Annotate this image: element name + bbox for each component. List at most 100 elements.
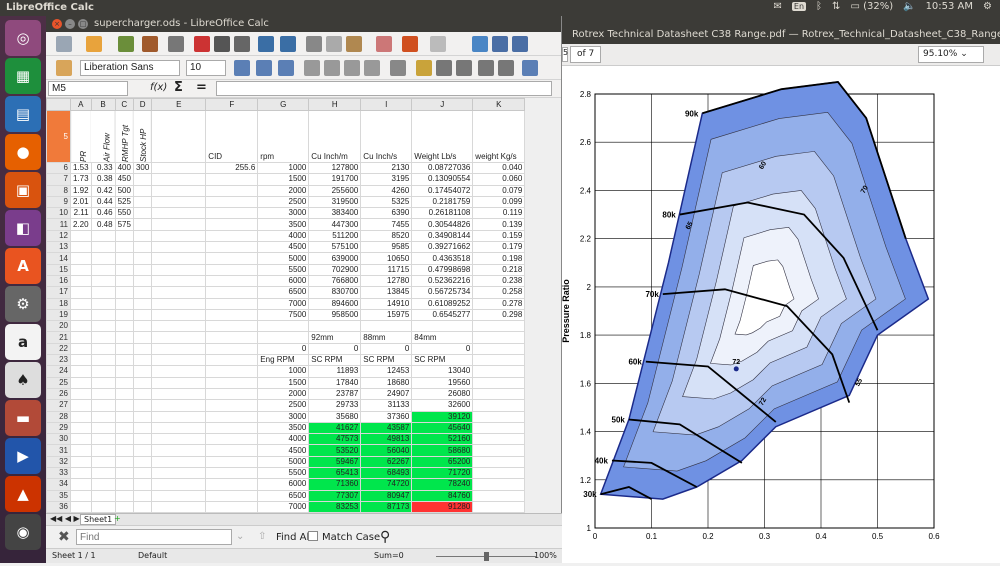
row-header[interactable]: 11 [46, 218, 71, 231]
cell[interactable]: 0.079 [472, 184, 526, 197]
cell[interactable] [205, 433, 259, 446]
row-header[interactable]: 13 [46, 241, 71, 254]
cell[interactable]: 2500 [257, 195, 310, 209]
cell[interactable]: 0.34908144 [411, 229, 474, 243]
cell[interactable]: 3000 [257, 207, 310, 220]
battery-indicator[interactable]: ▭ (32%) [850, 1, 893, 12]
cell[interactable] [114, 376, 134, 389]
cell[interactable]: 9585 [360, 241, 413, 254]
cell[interactable] [472, 365, 526, 378]
sort-descending-icon[interactable] [512, 36, 528, 52]
justify-icon[interactable] [364, 60, 380, 76]
row-header[interactable]: 19 [46, 308, 71, 322]
cell[interactable]: 0.238 [472, 274, 526, 288]
cell[interactable]: 39120 [411, 410, 474, 423]
system-settings-icon[interactable]: ⚙ [5, 286, 41, 322]
cell[interactable] [114, 365, 134, 378]
cell[interactable]: 84mm [411, 331, 474, 344]
cell[interactable]: 0.2181759 [411, 195, 474, 209]
copy-icon[interactable] [326, 36, 342, 52]
page-number-input[interactable]: 5 [562, 47, 568, 62]
cell[interactable]: 0.6545277 [411, 308, 474, 322]
cell[interactable]: 0.56725734 [411, 286, 474, 299]
cell[interactable] [114, 421, 134, 435]
cell[interactable] [472, 320, 526, 333]
cell[interactable] [70, 274, 92, 288]
cell[interactable]: 77307 [308, 489, 362, 502]
row-header[interactable]: 14 [46, 252, 71, 265]
cell[interactable] [70, 489, 92, 502]
cell[interactable] [90, 241, 116, 254]
settings-gear-icon[interactable]: ⚙ [983, 1, 992, 12]
match-case-checkbox[interactable] [308, 531, 318, 541]
align-left-icon[interactable] [304, 60, 320, 76]
cell[interactable] [151, 376, 207, 389]
cell[interactable] [90, 297, 116, 310]
libreoffice-impress-icon[interactable]: ▣ [5, 172, 41, 208]
cell[interactable] [132, 467, 153, 480]
cell[interactable]: 2500 [257, 399, 310, 412]
cell[interactable]: 2.20 [70, 218, 92, 231]
percent-format-icon[interactable] [436, 60, 452, 76]
cell[interactable] [205, 342, 259, 356]
minimize-window-button[interactable]: – [65, 19, 75, 29]
save-icon[interactable] [118, 36, 134, 52]
cell[interactable]: 1500 [257, 376, 310, 389]
formula-input[interactable] [216, 81, 552, 96]
row-header[interactable]: 6 [46, 161, 71, 175]
maximize-window-button[interactable]: □ [78, 19, 88, 29]
cell[interactable]: Cu Inch/m [308, 110, 362, 163]
cell[interactable] [114, 444, 134, 457]
cell[interactable]: 49813 [360, 433, 413, 446]
network-icon[interactable]: ⇅ [832, 1, 840, 12]
cell[interactable] [205, 252, 259, 265]
cell[interactable]: 1500 [257, 173, 310, 186]
cell[interactable]: 0.42 [90, 184, 116, 197]
cell[interactable] [411, 320, 474, 333]
cell[interactable] [472, 478, 526, 491]
cell[interactable] [151, 410, 207, 423]
cell[interactable]: 65200 [411, 455, 474, 469]
cell[interactable] [114, 387, 134, 401]
cell[interactable] [472, 500, 526, 514]
cell[interactable] [132, 399, 153, 412]
cell[interactable]: 31133 [360, 399, 413, 412]
cell[interactable] [114, 297, 134, 310]
cell[interactable]: Stock HP [133, 110, 152, 163]
find-all-button[interactable]: Find All [276, 532, 312, 543]
cell[interactable]: 45640 [411, 421, 474, 435]
cell[interactable] [132, 489, 153, 502]
cell[interactable] [151, 274, 207, 288]
cell[interactable]: 13040 [411, 365, 474, 378]
cell[interactable] [70, 241, 92, 254]
cell[interactable] [132, 376, 153, 389]
cell[interactable] [70, 331, 92, 344]
indent-icon[interactable] [522, 60, 538, 76]
cell[interactable]: 6000 [257, 274, 310, 288]
cell[interactable] [132, 421, 153, 435]
cell[interactable] [90, 478, 116, 491]
cell[interactable] [70, 421, 92, 435]
cell[interactable]: Cu Inch/s [360, 110, 413, 163]
cell[interactable] [151, 173, 207, 186]
cell[interactable] [472, 433, 526, 446]
cell[interactable] [151, 455, 207, 469]
cell[interactable] [114, 467, 134, 480]
cell[interactable]: 29733 [308, 399, 362, 412]
cell[interactable]: 1000 [257, 161, 310, 175]
cell[interactable]: 766800 [308, 274, 362, 288]
column-header[interactable]: F [205, 98, 259, 111]
cell[interactable] [70, 399, 92, 412]
cell[interactable] [151, 308, 207, 322]
cell[interactable] [151, 399, 207, 412]
cell[interactable]: 74720 [360, 478, 413, 491]
cell[interactable] [114, 286, 134, 299]
cell[interactable]: Weight Lb/s [411, 110, 474, 163]
cell[interactable] [151, 478, 207, 491]
disk-icon[interactable]: ◉ [5, 514, 41, 550]
cell[interactable] [132, 308, 153, 322]
row-header[interactable]: 10 [46, 207, 71, 220]
cell[interactable]: 2130 [360, 161, 413, 175]
cell[interactable]: 80947 [360, 489, 413, 502]
cell[interactable] [205, 229, 259, 243]
